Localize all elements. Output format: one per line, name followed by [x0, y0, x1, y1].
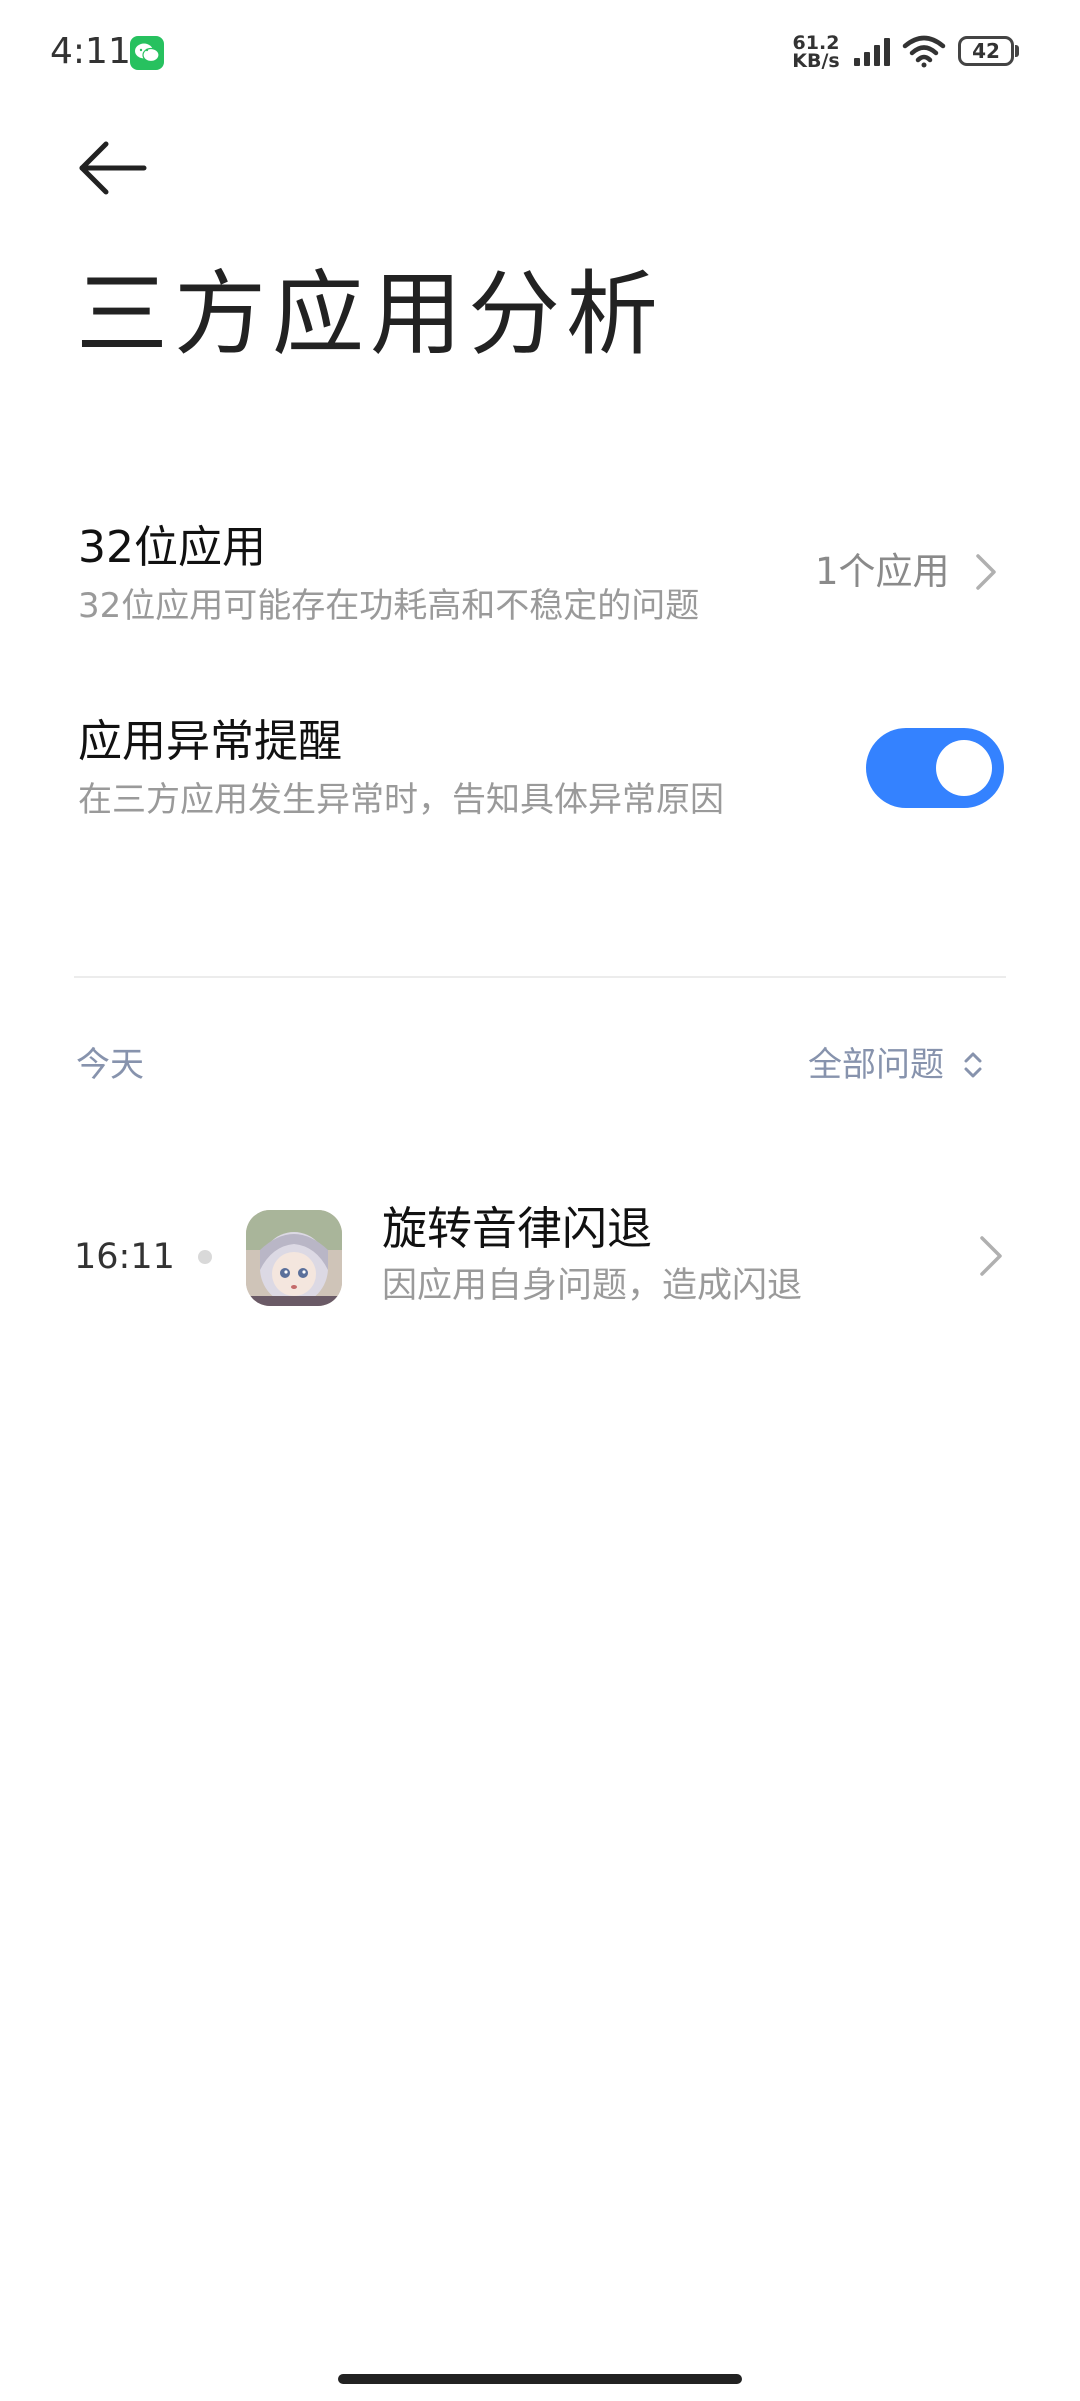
app32-subtitle: 32位应用可能存在功耗高和不稳定的问题: [78, 586, 700, 626]
issue-filter-dropdown[interactable]: 全部问题: [808, 1040, 984, 1090]
filter-label: 全部问题: [808, 1045, 944, 1085]
event-app-name: 旋转音律闪退: [382, 1202, 653, 1255]
sort-updown-icon: [964, 1052, 982, 1078]
back-button[interactable]: [64, 128, 154, 218]
home-indicator[interactable]: [338, 2374, 742, 2384]
toggle-knob: [936, 740, 992, 796]
page-title: 三方应用分析: [76, 261, 665, 368]
event-description: 因应用自身问题，造成闪退: [382, 1266, 803, 1306]
status-time: 4:11: [50, 31, 131, 72]
back-arrow-icon: [79, 141, 147, 195]
network-speed: 61.2 KB/s: [790, 34, 842, 72]
app32-title: 32位应用: [78, 522, 266, 573]
timeline-dot: [198, 1250, 212, 1264]
alert-toggle[interactable]: [866, 728, 1004, 808]
event-time: 16:11: [74, 1237, 175, 1277]
network-speed-unit: KB/s: [792, 50, 840, 72]
battery-tip: [1015, 45, 1019, 57]
wifi-icon: [902, 34, 946, 72]
date-label: 今天: [76, 1045, 144, 1085]
app32-count: 1个应用: [815, 550, 950, 593]
battery-icon: 42: [958, 36, 1014, 66]
alert-subtitle: 在三方应用发生异常时，告知具体异常原因: [78, 780, 724, 820]
signal-icon: [852, 36, 892, 72]
battery-level: 42: [972, 39, 1000, 63]
alert-title: 应用异常提醒: [78, 716, 342, 767]
chevron-right-icon: [972, 552, 1002, 596]
app-icon: [246, 1210, 342, 1306]
divider: [74, 976, 1006, 978]
wechat-icon: [130, 36, 164, 70]
chevron-right-icon: [976, 1234, 1006, 1282]
